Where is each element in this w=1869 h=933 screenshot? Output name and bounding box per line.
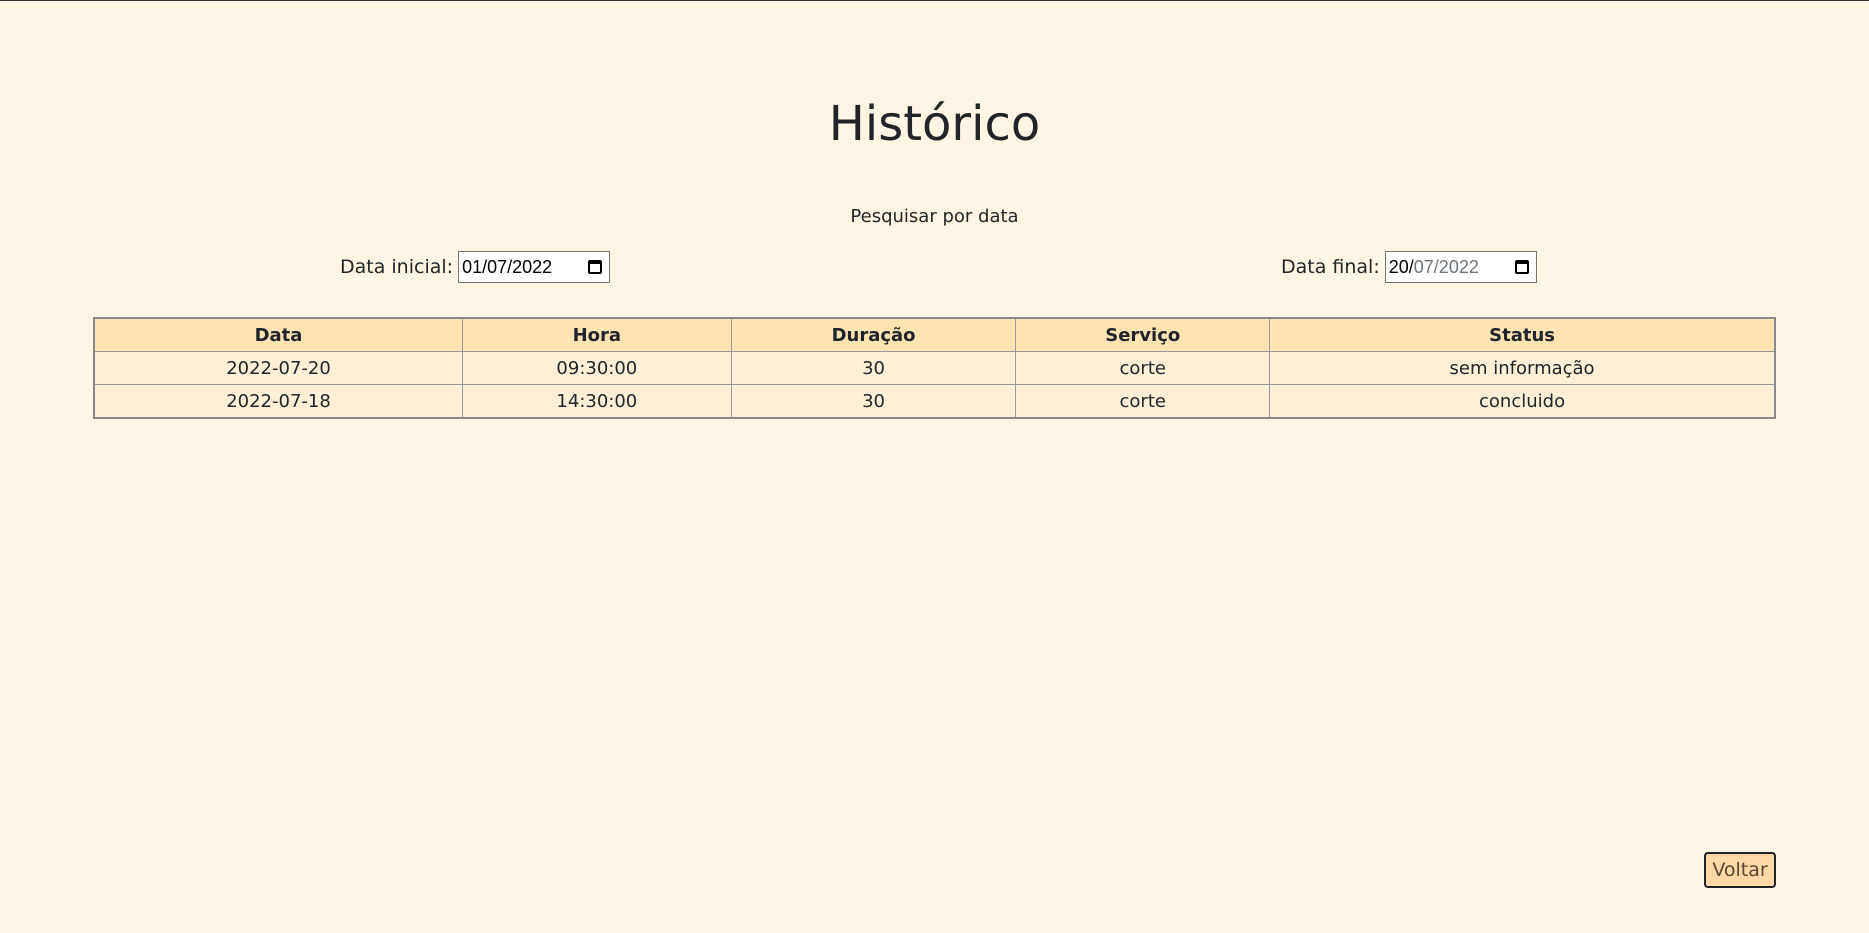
table-row: 2022-07-18 14:30:00 30 corte concluido [93,384,1776,419]
table-header-row: Data Hora Duração Serviço Status [93,317,1776,352]
back-button[interactable]: Voltar [1704,852,1776,888]
end-date-value: 20/07/2022 [1389,257,1515,278]
cell-duracao: 30 [730,384,1017,419]
calendar-icon[interactable] [1514,260,1529,274]
cell-servico: corte [1015,351,1271,385]
column-header-data: Data [93,317,463,352]
column-header-duracao: Duração [730,317,1017,352]
history-table: Data Hora Duração Serviço Status 2022-07… [93,317,1776,419]
start-date-label: Data inicial: [340,256,454,278]
cell-data: 2022-07-20 [93,351,463,385]
column-header-hora: Hora [462,317,732,352]
cell-servico: corte [1015,384,1271,419]
end-date-group: Data final: 20/07/2022 [1281,251,1537,283]
page-title: Histórico [828,96,1041,152]
column-header-servico: Serviço [1015,317,1271,352]
table-row: 2022-07-20 09:30:00 30 corte sem informa… [93,351,1776,385]
cell-hora: 09:30:00 [462,351,732,385]
calendar-icon[interactable] [588,260,603,274]
end-date-label: Data final: [1281,256,1380,278]
start-date-value: 01/07/2022 [462,256,553,277]
start-date-group: Data inicial: 01/07/2022 [340,251,611,283]
cell-hora: 14:30:00 [462,384,732,419]
cell-status: concluido [1269,384,1776,419]
end-date-input[interactable]: 20/07/2022 [1384,251,1537,283]
end-date-month-year: 07/2022 [1413,256,1479,277]
cell-status: sem informação [1269,351,1776,385]
search-by-date-label: Pesquisar por data [850,206,1019,227]
cell-data: 2022-07-18 [93,384,463,419]
end-date-day: 20/ [1388,256,1414,277]
column-header-status: Status [1269,317,1776,352]
cell-duracao: 30 [730,351,1017,385]
start-date-input[interactable]: 01/07/2022 [458,251,611,283]
